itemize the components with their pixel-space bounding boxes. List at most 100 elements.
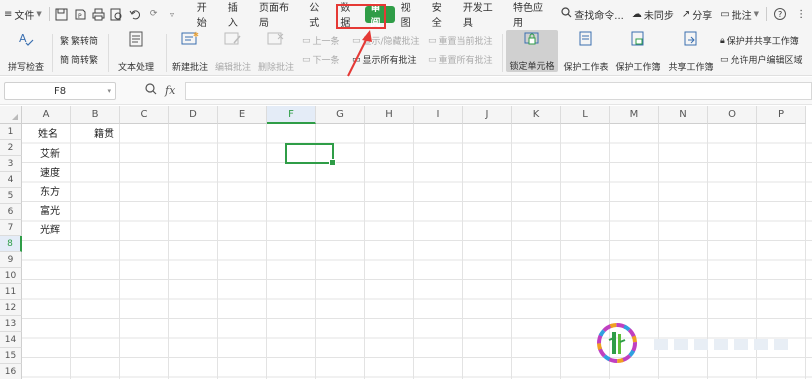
redo-icon[interactable]: ⟳ bbox=[146, 7, 160, 22]
more-icon[interactable]: ⋮ bbox=[790, 3, 812, 25]
allow-user-edit-label: 允许用户编辑区域 bbox=[730, 56, 803, 66]
row-header-13[interactable]: 13 bbox=[0, 316, 22, 332]
share-workbook-label: 共享工作簿 bbox=[668, 63, 714, 73]
sync-status[interactable]: ☁ 未同步 bbox=[628, 3, 678, 25]
column-header-o[interactable]: O bbox=[708, 106, 757, 124]
cell-b1[interactable]: 籍贯 bbox=[94, 125, 114, 140]
next-comment-button[interactable]: ▭ 下一条 bbox=[302, 53, 340, 67]
cell-a6[interactable]: 光辉 bbox=[40, 221, 60, 236]
command-search[interactable]: 查找命令... bbox=[557, 3, 628, 25]
protect-sheet-button[interactable]: 保护工作表 bbox=[562, 30, 610, 73]
annotation-highlight-box bbox=[336, 4, 386, 29]
column-header-j[interactable]: J bbox=[463, 106, 512, 124]
protect-workbook-label: 保护工作簿 bbox=[615, 63, 661, 73]
row-header-9[interactable]: 9 bbox=[0, 252, 22, 268]
protect-workbook-button[interactable]: 保护工作簿 bbox=[613, 30, 663, 73]
formula-input[interactable] bbox=[185, 82, 812, 100]
active-cell-f8[interactable] bbox=[285, 143, 336, 166]
search-label: 查找命令... bbox=[574, 10, 624, 22]
tab-insert[interactable]: 插入 bbox=[222, 3, 253, 29]
row-header-5[interactable]: 5 bbox=[0, 188, 22, 204]
select-all-corner[interactable] bbox=[0, 106, 22, 124]
tab-home[interactable]: 开始 bbox=[191, 3, 222, 29]
lock-cell-button[interactable]: 锁定单元格 bbox=[506, 30, 558, 72]
spellcheck-icon: A bbox=[16, 30, 36, 48]
customize-icon[interactable]: ▿ bbox=[165, 7, 179, 22]
new-comment-button[interactable]: ✱ 新建批注 bbox=[170, 30, 210, 73]
column-header-d[interactable]: D bbox=[169, 106, 218, 124]
name-box[interactable]: F8 ▾ bbox=[4, 82, 116, 100]
column-header-l[interactable]: L bbox=[561, 106, 610, 124]
protect-workbook-icon bbox=[628, 30, 648, 48]
column-header-i[interactable]: I bbox=[414, 106, 463, 124]
cell-a5[interactable]: 富光 bbox=[40, 202, 60, 217]
to-simplified-button[interactable]: 簡 简转繁 bbox=[60, 53, 98, 66]
row-header-12[interactable]: 12 bbox=[0, 300, 22, 316]
row-header-14[interactable]: 14 bbox=[0, 332, 22, 348]
cell-a1[interactable]: 姓名 bbox=[38, 125, 58, 140]
row-header-15[interactable]: 15 bbox=[0, 348, 22, 364]
row-header-11[interactable]: 11 bbox=[0, 284, 22, 300]
column-header-f[interactable]: F bbox=[267, 106, 316, 124]
svg-text:A: A bbox=[19, 32, 27, 45]
column-header-b[interactable]: B bbox=[71, 106, 120, 124]
delete-comment-button[interactable]: 删除批注 bbox=[256, 30, 296, 73]
tab-page-layout[interactable]: 页面布局 bbox=[253, 3, 303, 29]
separator bbox=[502, 34, 503, 72]
save-icon[interactable] bbox=[55, 7, 69, 22]
column-header-a[interactable]: A bbox=[22, 106, 71, 124]
column-header-p[interactable]: P bbox=[757, 106, 806, 124]
share-button[interactable]: ↗ 分享 bbox=[678, 3, 716, 25]
share-label: 分享 bbox=[692, 10, 713, 22]
edit-comment-icon bbox=[223, 30, 243, 48]
reset-all-comments-button[interactable]: ▭ 重置所有批注 bbox=[428, 53, 493, 67]
tab-formulas[interactable]: 公式 bbox=[303, 3, 334, 29]
undo-icon[interactable] bbox=[128, 7, 142, 22]
row-header-16[interactable]: 16 bbox=[0, 364, 22, 379]
row-header-7[interactable]: 7 bbox=[0, 220, 22, 236]
tab-security[interactable]: 安全 bbox=[426, 3, 457, 29]
column-header-k[interactable]: K bbox=[512, 106, 561, 124]
tab-view[interactable]: 视图 bbox=[395, 3, 426, 29]
formula-tools: fx bbox=[145, 83, 175, 98]
annotation-arrow-icon bbox=[347, 30, 372, 77]
print-preview-icon[interactable] bbox=[110, 7, 124, 22]
text-process-button[interactable]: 文本处理 bbox=[112, 30, 160, 73]
share-workbook-button[interactable]: 共享工作簿 bbox=[666, 30, 716, 73]
print-icon[interactable] bbox=[91, 7, 105, 22]
column-header-g[interactable]: G bbox=[316, 106, 365, 124]
protect-and-share-button[interactable]: 🔒︎ 保护并共享工作簿 bbox=[720, 34, 799, 48]
column-header-m[interactable]: M bbox=[610, 106, 659, 124]
row-header-8[interactable]: 8 bbox=[0, 236, 22, 252]
comment-button[interactable]: ▭ 批注 ▼ bbox=[716, 3, 763, 25]
edit-comment-button[interactable]: 编辑批注 bbox=[213, 30, 253, 73]
tab-developer[interactable]: 开发工具 bbox=[457, 3, 507, 29]
column-header-n[interactable]: N bbox=[659, 106, 708, 124]
cell-a4[interactable]: 东方 bbox=[40, 183, 60, 198]
row-header-4[interactable]: 4 bbox=[0, 172, 22, 188]
to-traditional-button[interactable]: 繁 繁转简 bbox=[60, 34, 98, 47]
spellcheck-button[interactable]: A 拼写检查 bbox=[4, 30, 48, 73]
help-button[interactable]: ? bbox=[770, 3, 790, 25]
prev-comment-button[interactable]: ▭ 上一条 bbox=[302, 34, 340, 48]
row-header-1[interactable]: 1 bbox=[0, 124, 22, 140]
zoom-icon[interactable] bbox=[145, 83, 157, 98]
row-header-10[interactable]: 10 bbox=[0, 268, 22, 284]
cell-a2[interactable]: 艾新 bbox=[40, 145, 60, 160]
allow-user-edit-button[interactable]: ▭ 允许用户编辑区域 bbox=[720, 53, 803, 67]
watermark-text-decoration bbox=[654, 339, 788, 350]
cell-a3[interactable]: 速度 bbox=[40, 164, 60, 179]
reset-current-comment-button[interactable]: ▭ 重置当前批注 bbox=[428, 34, 493, 48]
file-menu[interactable]: ≡ 文件 ▼ bbox=[0, 3, 46, 25]
export-icon[interactable]: P bbox=[73, 7, 87, 22]
column-header-h[interactable]: H bbox=[365, 106, 414, 124]
column-header-c[interactable]: C bbox=[120, 106, 169, 124]
row-header-3[interactable]: 3 bbox=[0, 156, 22, 172]
comment-label: 批注 bbox=[731, 10, 752, 22]
tab-special[interactable]: 特色应用 bbox=[507, 3, 557, 29]
column-header-e[interactable]: E bbox=[218, 106, 267, 124]
row-header-2[interactable]: 2 bbox=[0, 140, 22, 156]
fx-icon[interactable]: fx bbox=[165, 84, 175, 97]
row-header-6[interactable]: 6 bbox=[0, 204, 22, 220]
text-process-icon bbox=[126, 30, 146, 48]
